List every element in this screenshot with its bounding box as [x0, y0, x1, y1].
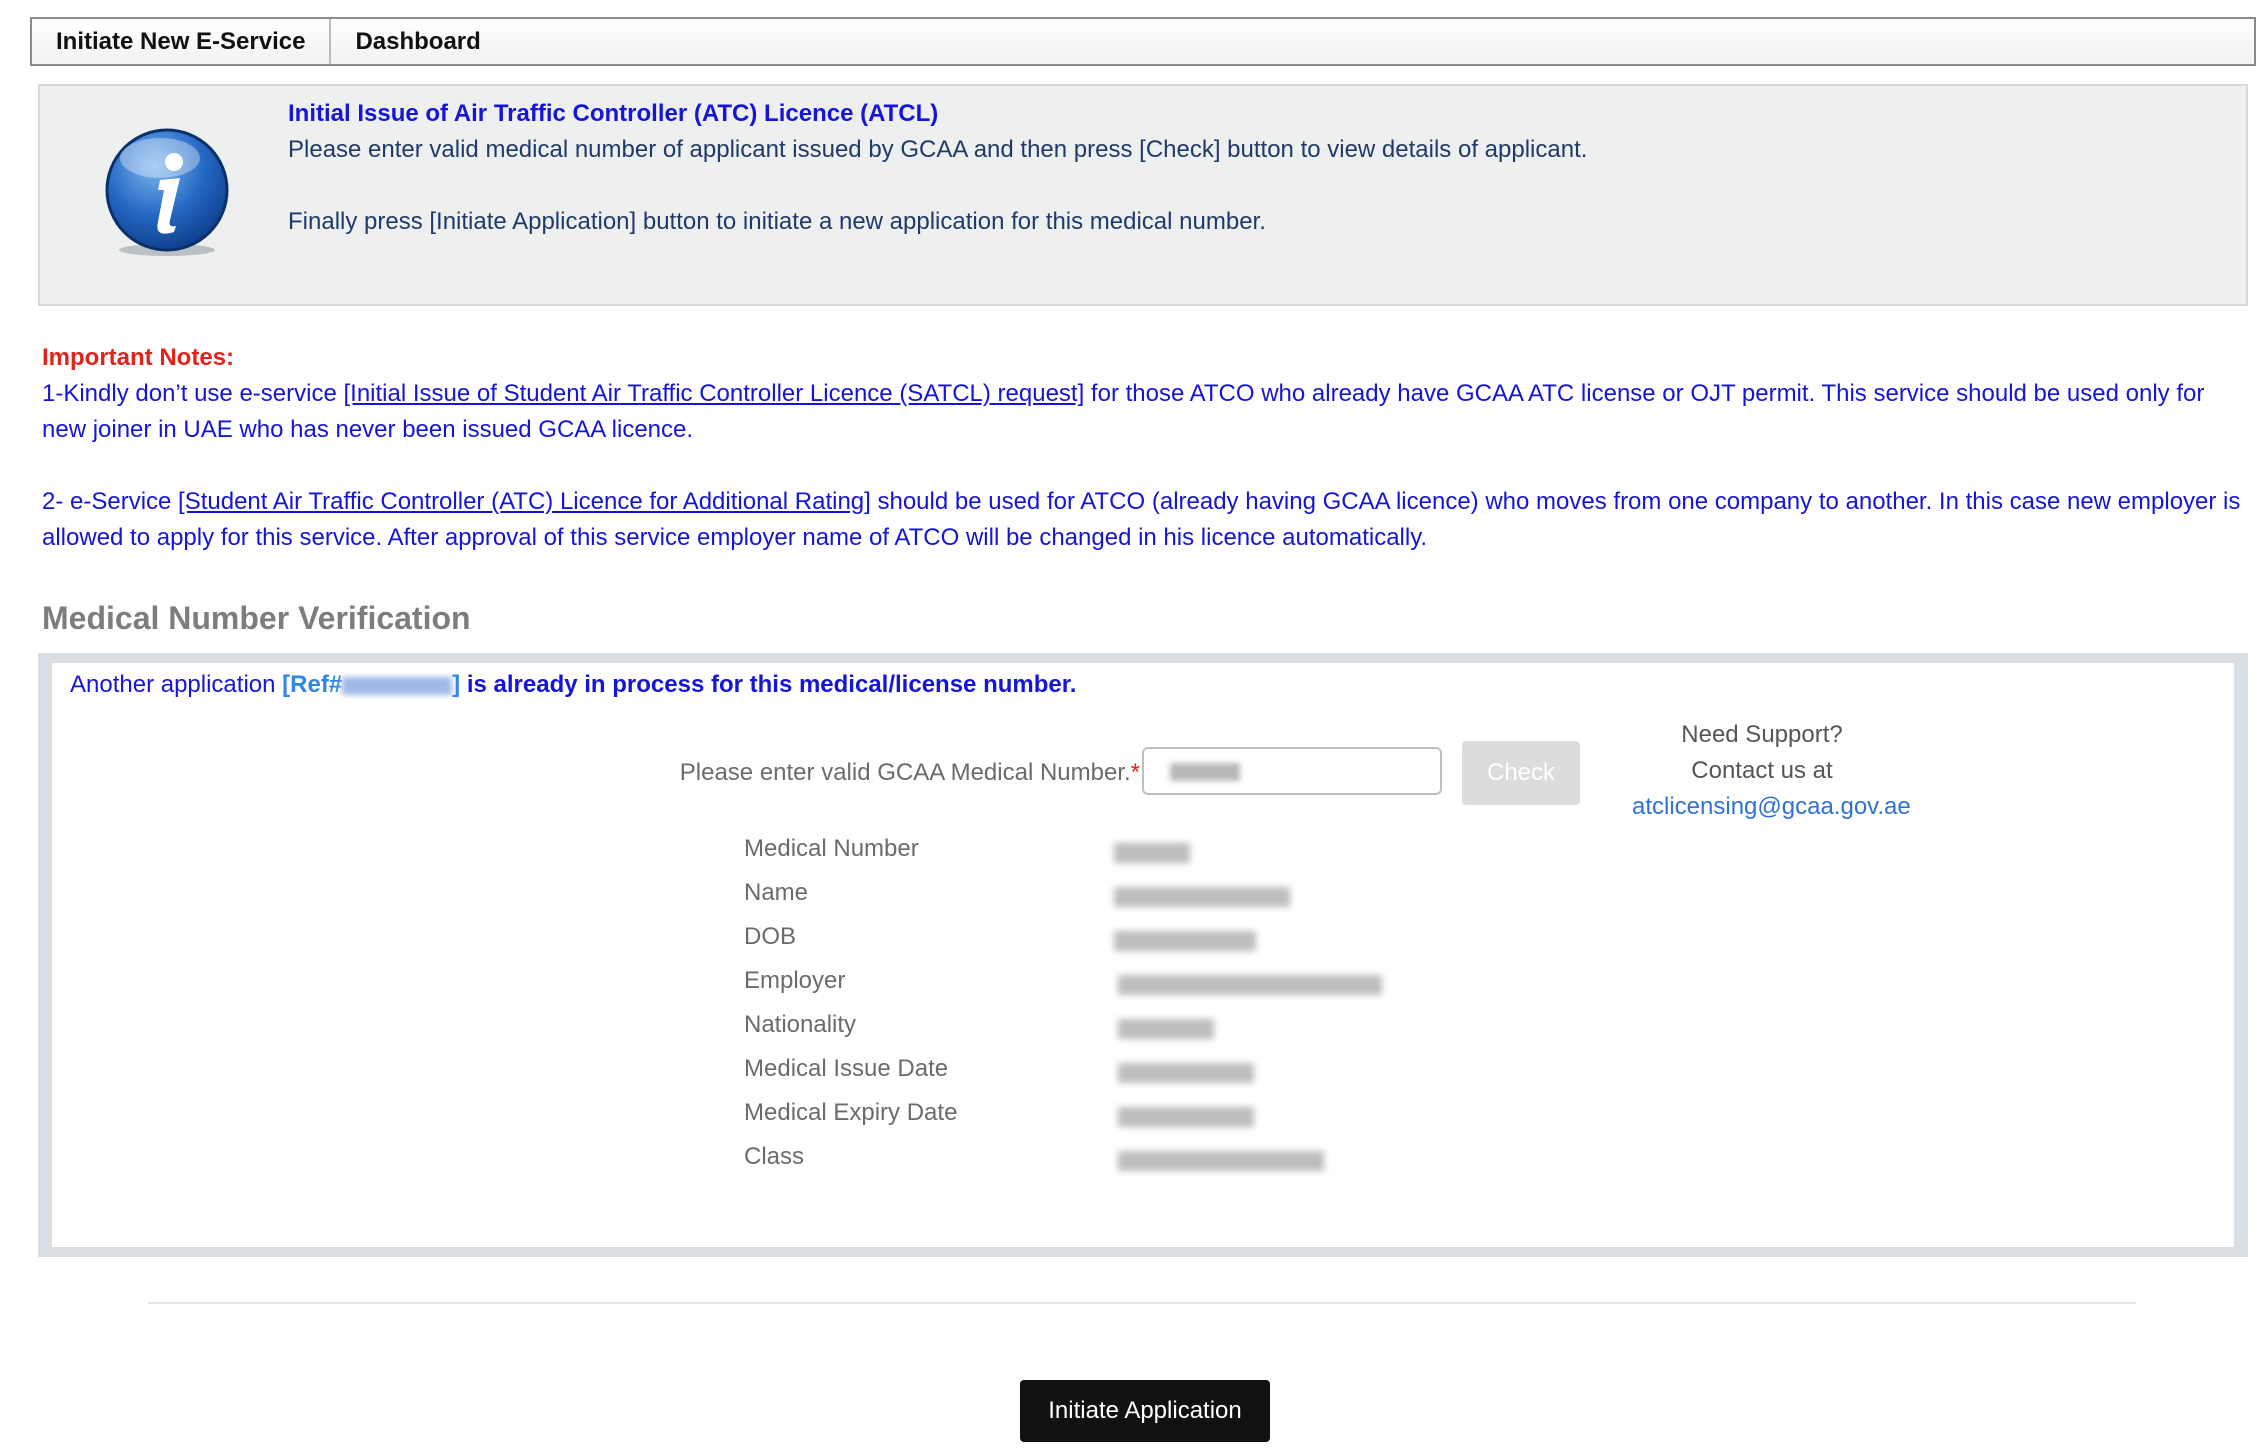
note-2-prefix: 2- e-Service [42, 488, 179, 515]
tab-initiate-new-e-service[interactable]: Initiate New E-Service [32, 19, 332, 64]
detail-row: Name [744, 879, 1444, 923]
detail-row: Medical Number [744, 835, 1444, 879]
support-email-link[interactable]: atclicensing@gcaa.gov.ae [1632, 789, 1911, 825]
info-line-2: Finally press [Initiate Application] but… [288, 208, 1266, 235]
note-2: 2- e-Service [Student Air Traffic Contro… [42, 484, 2247, 556]
redacted-input-value [1170, 763, 1240, 781]
redacted-value [1118, 1151, 1324, 1171]
medical-number-input[interactable] [1142, 747, 1442, 795]
support-line-2: Contact us at [1691, 757, 1833, 784]
status-suffix: is already in process for this medical/l… [460, 671, 1077, 698]
redacted-value [1118, 1107, 1254, 1127]
required-mark: * [1130, 759, 1140, 786]
detail-row: Employer [744, 967, 1444, 1011]
detail-label: Name [744, 879, 809, 906]
redacted-value [1114, 843, 1190, 863]
ref-close: ] [452, 671, 461, 698]
ref-link[interactable]: [Ref#] [282, 671, 460, 698]
medical-number-label: Please enter valid GCAA Medical Number.* [680, 759, 1140, 787]
status-prefix: Another application [70, 671, 283, 698]
medical-number-label-text: Please enter valid GCAA Medical Number. [679, 759, 1131, 786]
service-title: Initial Issue of Air Traffic Controller … [288, 100, 939, 127]
support-info: Need Support? Contact us at atclicensing… [1632, 717, 1911, 825]
support-line-1: Need Support? [1681, 721, 1843, 748]
redacted-value [1118, 1019, 1214, 1039]
redacted-value [1114, 931, 1256, 951]
verification-panel: Another application [Ref#] is already in… [38, 653, 2248, 1257]
detail-row: Class [744, 1143, 1444, 1187]
ref-open: [Ref# [282, 671, 343, 698]
notes-heading: Important Notes: [42, 344, 234, 371]
detail-row: Medical Issue Date [744, 1055, 1444, 1099]
detail-label: Medical Issue Date [744, 1055, 949, 1082]
initiate-application-button[interactable]: Initiate Application [1020, 1380, 1270, 1442]
top-nav: Initiate New E-Service Dashboard [30, 17, 2256, 66]
important-notes: Important Notes: 1-Kindly don’t use e-se… [42, 340, 2247, 556]
detail-row: Medical Expiry Date [744, 1099, 1444, 1143]
divider [148, 1302, 2136, 1304]
additional-rating-link[interactable]: [Student Air Traffic Controller (ATC) Li… [178, 488, 871, 515]
tab-dashboard[interactable]: Dashboard [331, 19, 504, 64]
info-text: Initial Issue of Air Traffic Controller … [288, 96, 2206, 240]
detail-label: Medical Number [744, 835, 919, 862]
redacted-value [1114, 887, 1290, 907]
detail-label: DOB [744, 923, 797, 950]
detail-label: Nationality [744, 1011, 857, 1038]
info-icon [105, 128, 229, 256]
satcl-request-link[interactable]: [Initial Issue of Student Air Traffic Co… [343, 380, 1084, 407]
detail-label: Class [744, 1143, 805, 1170]
section-title: Medical Number Verification [42, 600, 471, 636]
note-1: 1-Kindly don’t use e-service [Initial Is… [42, 376, 2247, 448]
info-box: Initial Issue of Air Traffic Controller … [38, 84, 2248, 306]
detail-label: Medical Expiry Date [744, 1099, 958, 1126]
detail-row: Nationality [744, 1011, 1444, 1055]
detail-row: DOB [744, 923, 1444, 967]
verification-panel-inner: Another application [Ref#] is already in… [52, 663, 2234, 1247]
status-message: Another application [Ref#] is already in… [70, 671, 1076, 699]
detail-label: Employer [744, 967, 846, 994]
info-line-1: Please enter valid medical number of app… [288, 136, 1588, 163]
redacted-ref [342, 676, 453, 695]
redacted-value [1118, 1063, 1254, 1083]
applicant-details: Medical Number Name DOB Employer Nationa… [744, 835, 1444, 1187]
check-button[interactable]: Check [1462, 741, 1580, 805]
redacted-value [1118, 975, 1382, 995]
note-1-prefix: 1-Kindly don’t use e-service [42, 380, 344, 407]
